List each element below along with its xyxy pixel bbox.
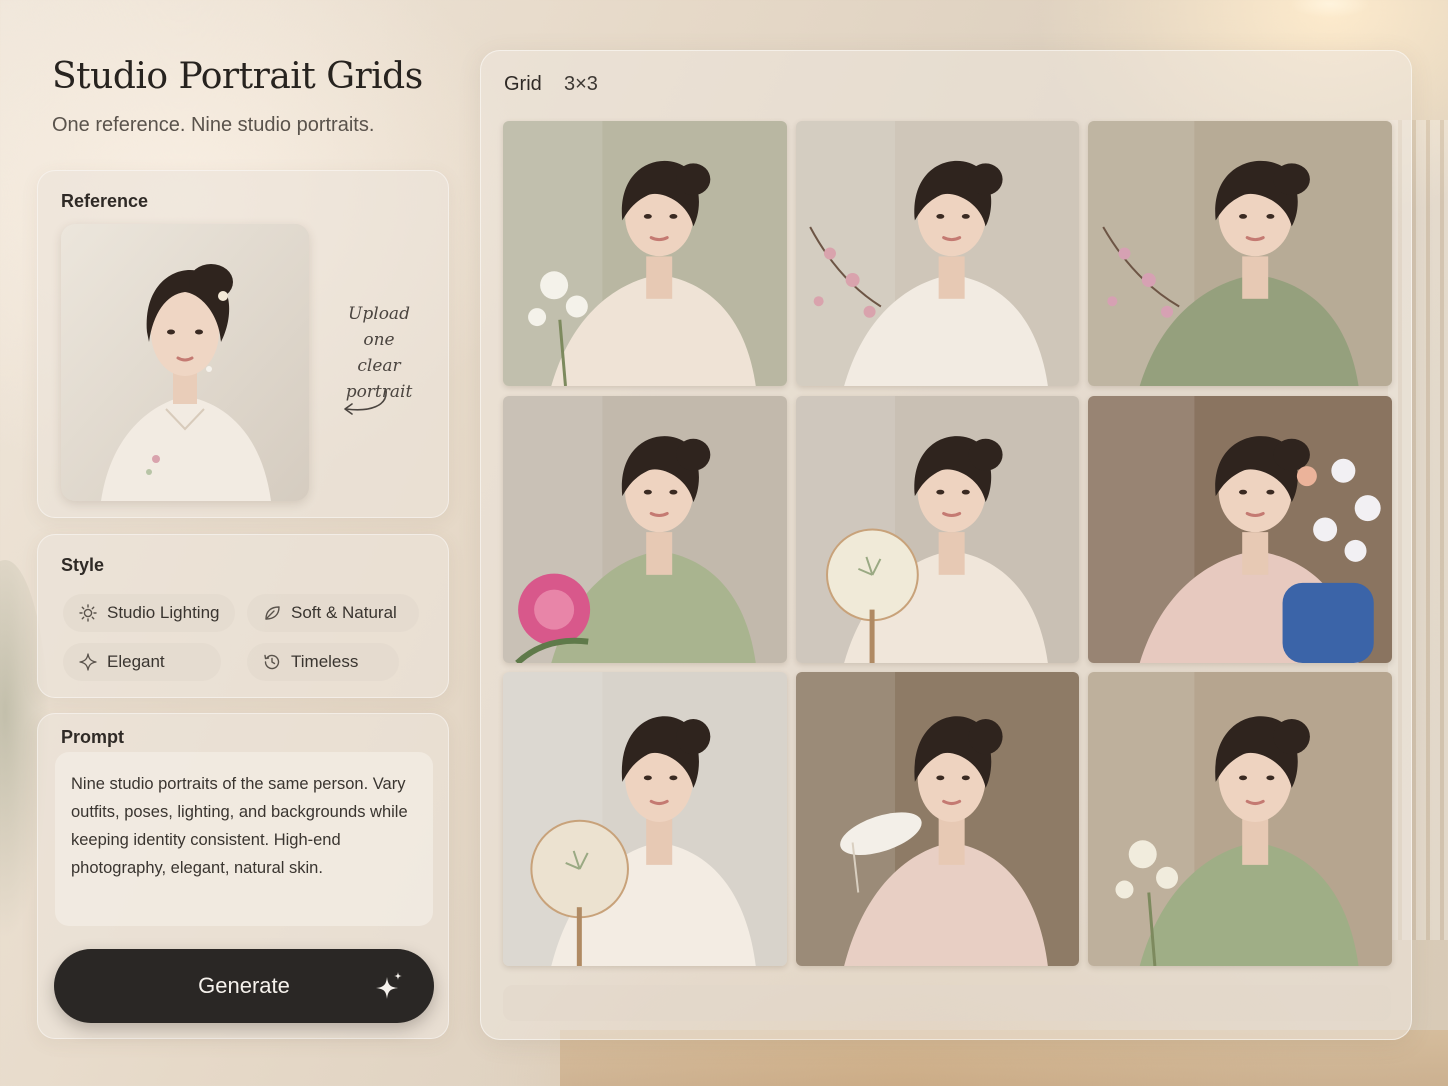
sparkle-icon	[376, 972, 402, 999]
grid-panel: Grid 3×3	[480, 50, 1412, 1040]
app-subtitle: One reference. Nine studio portraits.	[52, 114, 375, 136]
portrait-image	[1088, 121, 1392, 386]
portrait-image	[796, 121, 1079, 386]
portrait-image	[1088, 396, 1392, 663]
clock-history-icon	[264, 654, 280, 670]
portrait-tile-5[interactable]	[796, 396, 1079, 663]
sparkle-icon	[79, 653, 97, 671]
style-option-label: Studio Lighting	[107, 603, 220, 622]
portrait-tile-6[interactable]	[1088, 396, 1392, 663]
style-option-label: Soft & Natural	[291, 603, 397, 622]
reference-label: Reference	[61, 191, 149, 211]
style-label: Style	[61, 555, 105, 575]
style-option-label: Timeless	[291, 652, 359, 671]
style-option-soft-natural[interactable]: Soft & Natural	[247, 594, 419, 632]
portrait-image	[796, 396, 1079, 663]
portrait-tile-3[interactable]	[1088, 121, 1392, 386]
grid-label: Grid	[504, 73, 542, 95]
portrait-tile-2[interactable]	[796, 121, 1079, 386]
grid-footer-bar	[503, 985, 1391, 1021]
style-option-studio-lighting[interactable]: Studio Lighting	[63, 594, 235, 632]
portrait-image	[503, 396, 787, 663]
leaf-icon	[265, 606, 280, 620]
reference-portrait-image	[61, 224, 309, 501]
sun-icon	[79, 604, 97, 622]
style-option-label: Elegant	[107, 652, 165, 671]
style-option-timeless[interactable]: Timeless	[247, 643, 399, 681]
portrait-image	[503, 121, 787, 386]
style-panel: Style Studio Lighting Soft & Natural Ele…	[37, 534, 449, 698]
portrait-tile-4[interactable]	[503, 396, 787, 663]
portrait-tile-7[interactable]	[503, 672, 787, 966]
portrait-tile-9[interactable]	[1088, 672, 1392, 966]
prompt-label: Prompt	[61, 727, 124, 747]
reference-panel: Reference Upload one clear portrait	[37, 170, 449, 518]
portrait-image	[1088, 672, 1392, 966]
style-option-elegant[interactable]: Elegant	[63, 643, 221, 681]
portrait-tile-8[interactable]	[796, 672, 1079, 966]
portrait-tile-1[interactable]	[503, 121, 787, 386]
portrait-image	[796, 672, 1079, 966]
grid-size[interactable]: 3×3	[564, 73, 598, 96]
portrait-image	[503, 672, 787, 966]
app-title: Studio Portrait Grids	[52, 56, 423, 97]
prompt-textarea[interactable]: Nine studio portraits of the same person…	[55, 752, 433, 926]
curved-arrow-icon	[344, 389, 387, 415]
prompt-panel: Prompt Nine studio portraits of the same…	[37, 713, 449, 1039]
generate-button-label: Generate	[198, 973, 290, 998]
reference-image-dropzone[interactable]	[61, 224, 309, 501]
background-lamp	[1290, 0, 1370, 18]
generate-button[interactable]: Generate	[54, 949, 434, 1023]
